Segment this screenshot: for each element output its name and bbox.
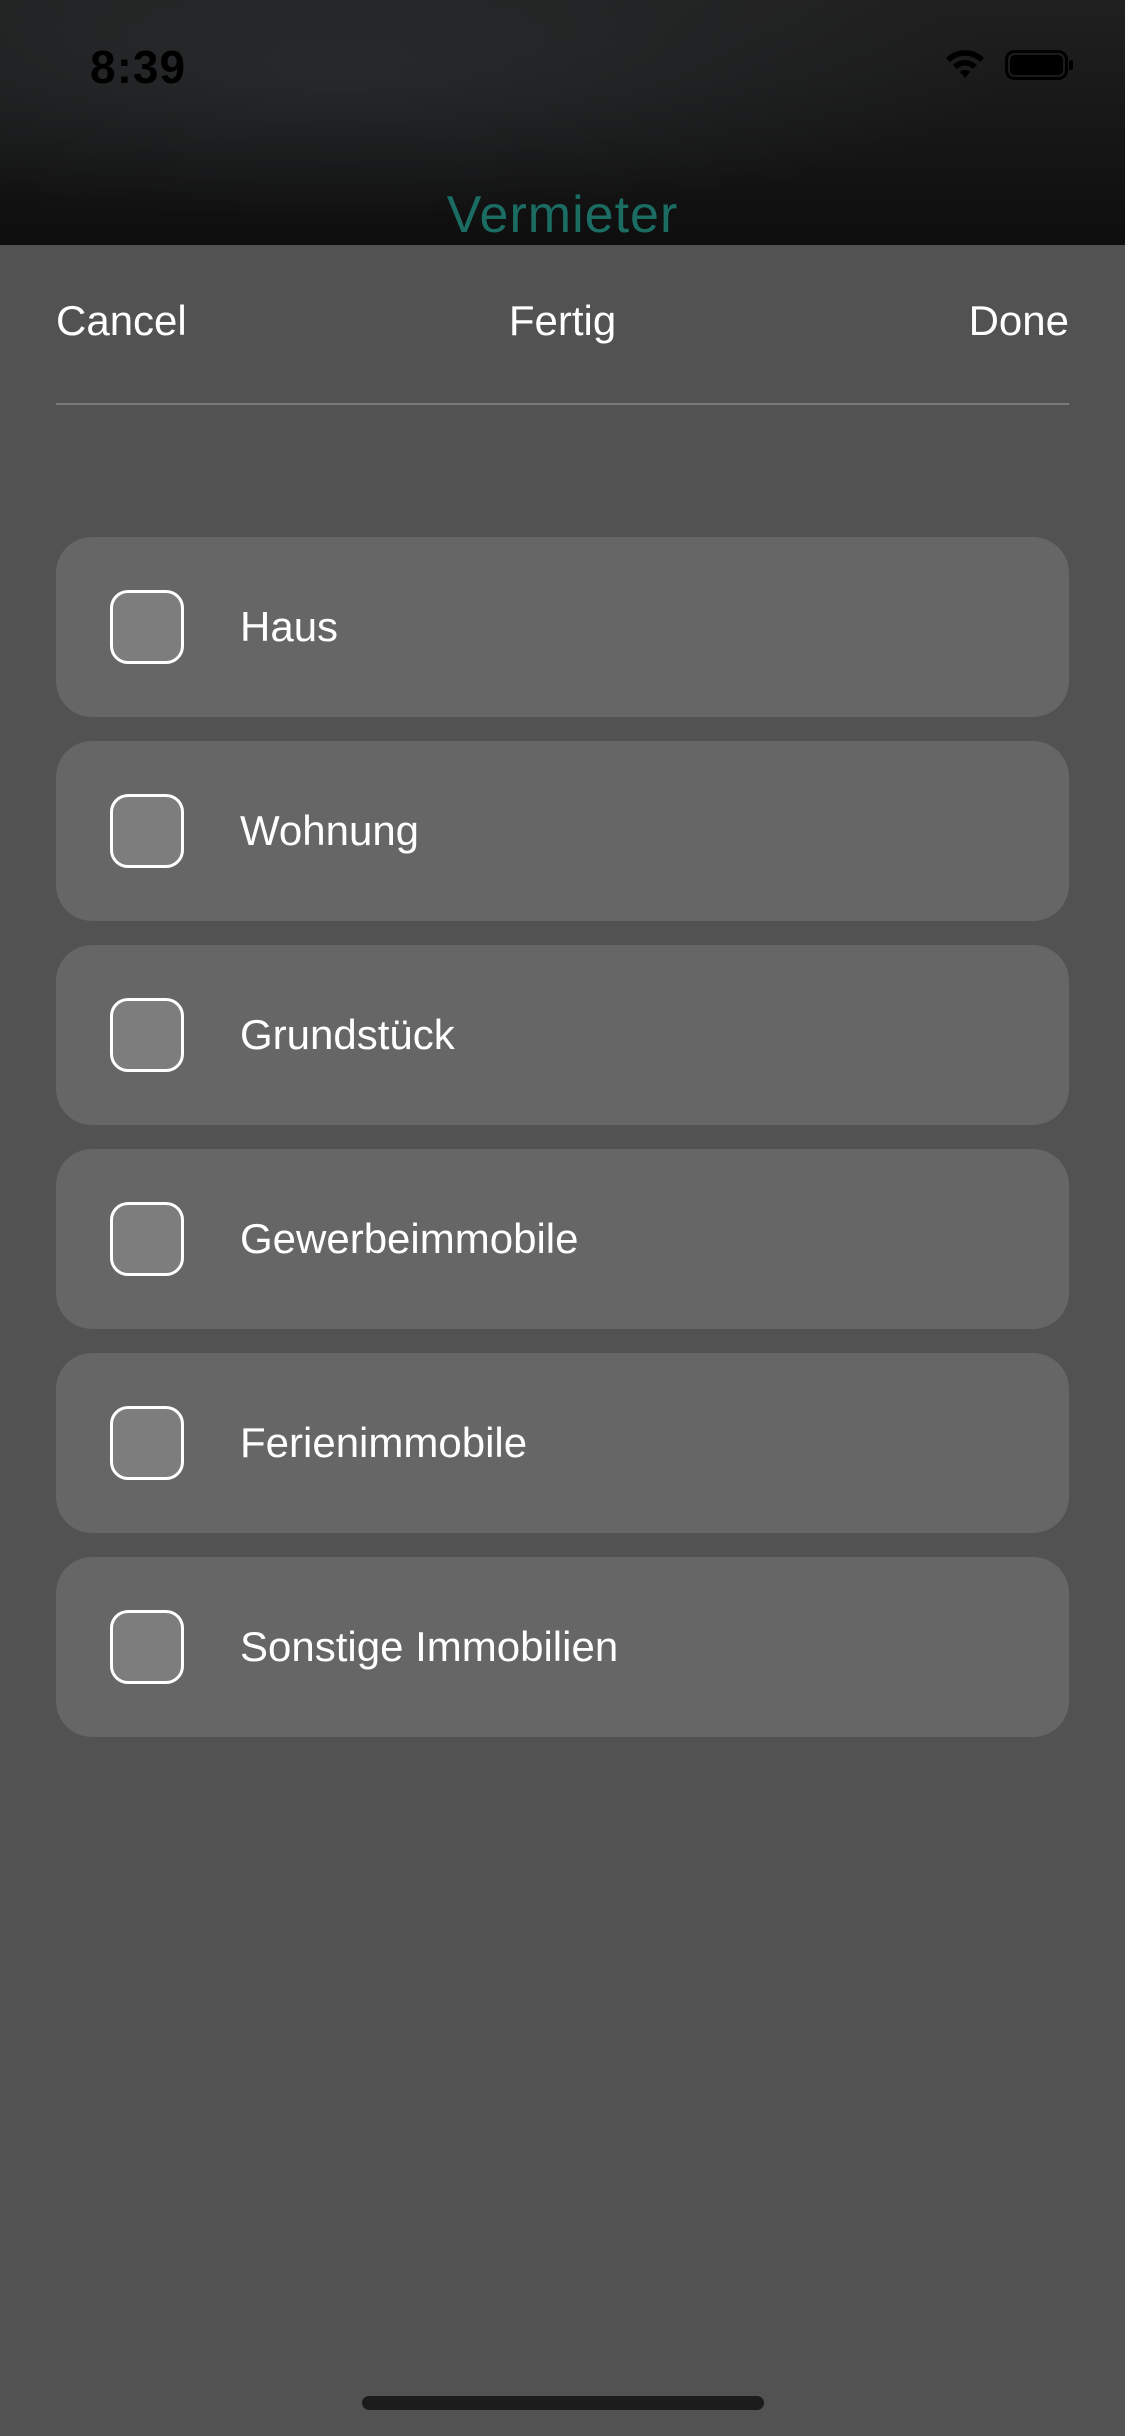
option-sonstige-immobilien[interactable]: Sonstige Immobilien [56, 1557, 1069, 1737]
option-label: Sonstige Immobilien [240, 1623, 619, 1670]
background-page-title: Vermieter [446, 186, 679, 244]
option-grundstueck[interactable]: Grundstück [56, 945, 1069, 1125]
status-bar: 8:39 [0, 0, 1125, 140]
checkbox[interactable] [110, 1610, 184, 1684]
sheet-header: Cancel Fertig Done [56, 245, 1069, 405]
checkbox[interactable] [110, 590, 184, 664]
option-label: Ferienimmobile [240, 1419, 528, 1466]
wifi-icon [943, 48, 987, 82]
status-time: 8:39 [90, 41, 187, 93]
home-indicator[interactable] [362, 2396, 764, 2410]
status-icons [943, 48, 1075, 82]
option-label: Grundstück [240, 1011, 455, 1058]
modal-sheet: Cancel Fertig Done Haus Wohnung Grundstü… [0, 245, 1125, 2436]
checkbox[interactable] [110, 998, 184, 1072]
battery-icon [1005, 48, 1075, 82]
checkbox[interactable] [110, 1202, 184, 1276]
option-label: Gewerbeimmobile [240, 1215, 579, 1262]
option-wohnung[interactable]: Wohnung [56, 741, 1069, 921]
option-label: Wohnung [240, 807, 420, 854]
option-label: Haus [240, 603, 339, 650]
option-ferienimmobile[interactable]: Ferienimmobile [56, 1353, 1069, 1533]
option-gewerbeimmobile[interactable]: Gewerbeimmobile [56, 1149, 1069, 1329]
checkbox[interactable] [110, 794, 184, 868]
screen: 8:39 Vermieter Cancel Fertig Done Haus W… [0, 0, 1125, 2436]
sheet-title: Fertig [508, 297, 617, 344]
option-haus[interactable]: Haus [56, 537, 1069, 717]
option-list: Haus Wohnung Grundstück Gewerbeimmobile … [56, 537, 1069, 1761]
done-button[interactable]: Done [969, 297, 1069, 345]
checkbox[interactable] [110, 1406, 184, 1480]
